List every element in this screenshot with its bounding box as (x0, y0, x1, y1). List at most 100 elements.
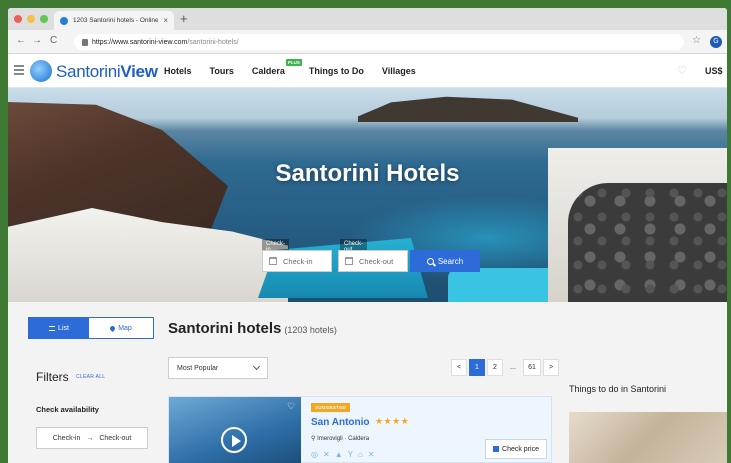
amenity-icon: ▲ (334, 450, 343, 459)
hotel-stars: ★★★★ (375, 416, 410, 426)
hotel-card[interactable]: ♡ SUGGESTED San Antonio ★★★★ ⚲ Imerovigl… (168, 396, 552, 463)
check-price-button[interactable]: Check price (485, 439, 547, 459)
favicon-icon (60, 16, 68, 25)
nav-villages[interactable]: Villages (382, 66, 416, 76)
amenity-icon: ✕ (322, 450, 330, 459)
hotel-location: ⚲ Imerovigli · Caldera (311, 436, 370, 442)
amenities-row: ◎ ✕ ▲ Y ⌂ ✕ (311, 450, 375, 459)
hero-banner: Santorini Hotels Check-in Check-out Chec… (8, 88, 727, 302)
things-to-do-image[interactable] (569, 412, 727, 463)
checkout-field[interactable]: Check-out (338, 250, 408, 272)
window-controls (14, 15, 48, 23)
calendar-icon (345, 257, 353, 265)
map-view-button[interactable]: Map (89, 318, 153, 338)
check-price-label: Check price (502, 445, 539, 453)
nav-caldera[interactable]: Caldera PLUS (251, 59, 302, 76)
nav-badge: PLUS (285, 59, 302, 66)
lock-icon (82, 38, 88, 46)
chevron-down-icon (252, 362, 261, 371)
view-toggle: List Map (28, 317, 154, 339)
page-next-button[interactable]: > (543, 359, 559, 376)
browser-window: 1203 Santorini hotels - Online × + ← → C… (8, 8, 727, 463)
list-view-label: List (58, 324, 69, 332)
site-header: SantoriniView Hotels Tours Caldera PLUS T… (8, 54, 727, 88)
results-title-text: Santorini hotels (168, 320, 282, 337)
new-tab-button[interactable]: + (180, 11, 188, 26)
reload-button[interactable]: C (50, 35, 57, 46)
amenity-icon: ◎ (311, 450, 318, 459)
nav-caldera-label: Caldera (251, 66, 285, 76)
page-2-button[interactable]: 2 (487, 359, 503, 376)
things-to-do-title: Things to do in Santorini (569, 384, 667, 394)
minimize-window-dot[interactable] (27, 15, 35, 23)
forward-button[interactable]: → (32, 35, 42, 46)
amenity-icon: ⌂ (357, 450, 363, 459)
menu-icon[interactable] (14, 65, 24, 77)
list-icon (49, 325, 56, 331)
hotel-name[interactable]: San Antonio (311, 417, 370, 428)
page-1-button[interactable]: 1 (469, 359, 485, 376)
nav-things-to-do[interactable]: Things to Do (309, 66, 364, 76)
sort-value: Most Popular (177, 364, 219, 372)
favorite-heart-icon[interactable]: ♡ (287, 401, 295, 412)
browser-tab[interactable]: 1203 Santorini hotels - Online × (54, 11, 174, 30)
amenity-icon: ✕ (367, 450, 375, 459)
hotel-image[interactable]: ♡ (169, 397, 301, 463)
map-view-label: Map (118, 324, 132, 332)
arrow-right-icon: → (86, 434, 94, 442)
calendar-icon (269, 257, 277, 265)
price-icon (493, 446, 500, 452)
filters-title: Filters (36, 370, 69, 384)
back-button[interactable]: ← (16, 35, 26, 46)
profile-avatar[interactable]: G (710, 36, 722, 48)
logo-prefix: Santorini (56, 62, 121, 81)
availability-dates-input[interactable]: Check-in → Check-out (36, 427, 148, 449)
checkin-placeholder: Check-in (283, 256, 313, 266)
hero-island (358, 96, 578, 122)
list-view-button[interactable]: List (29, 318, 89, 338)
availability-checkout: Check-out (99, 434, 132, 442)
nav-hotels[interactable]: Hotels (164, 66, 192, 76)
main-nav: Hotels Tours Caldera PLUS Things to Do Vi… (164, 59, 416, 76)
checkin-field[interactable]: Check-in (262, 250, 332, 272)
hero-stone-wall (568, 183, 727, 302)
url-host: https://www.santorini-view.com (92, 38, 188, 46)
amenity-icon: Y (347, 450, 353, 459)
nav-tours[interactable]: Tours (210, 66, 234, 76)
play-icon[interactable] (221, 427, 247, 453)
maximize-window-dot[interactable] (40, 15, 48, 23)
currency-selector[interactable]: US$ (705, 66, 723, 76)
availability-checkin: Check-in (52, 434, 81, 442)
search-button[interactable]: Search (410, 250, 480, 272)
map-pin-icon (109, 324, 117, 332)
address-bar-row: ← → C https://www.santorini-view.com/san… (8, 30, 727, 54)
hero-buildings (8, 208, 288, 302)
search-button-label: Search (437, 256, 464, 266)
logo-suffix: View (120, 62, 158, 81)
tab-close-icon[interactable]: × (163, 16, 168, 25)
results-title: Santorini hotels (1203 hotels) (168, 320, 337, 337)
tab-bar: 1203 Santorini hotels - Online × + (8, 8, 727, 30)
hero-title: Santorini Hotels (275, 160, 460, 187)
hotel-location-text: Imerovigli · Caldera (317, 436, 370, 442)
url-input[interactable]: https://www.santorini-view.com/santorini… (74, 34, 684, 50)
pagination: < 1 2 ... 61 > (451, 359, 559, 376)
sort-select[interactable]: Most Popular (168, 357, 268, 379)
checkout-placeholder: Check-out (359, 256, 394, 266)
suggested-badge: SUGGESTED (311, 403, 350, 412)
page-ellipsis: ... (510, 364, 516, 371)
site-logo[interactable]: SantoriniView (56, 62, 158, 82)
results-count: (1203 hotels) (284, 325, 337, 335)
results-area: List Map Filters CLEAR ALL Check availab… (8, 302, 727, 463)
clear-all-link[interactable]: CLEAR ALL (76, 374, 105, 380)
check-availability-title: Check availability (36, 405, 99, 414)
search-icon (426, 257, 434, 265)
url-path: /santorini-hotels/ (187, 38, 239, 46)
page-prev-button[interactable]: < (451, 359, 467, 376)
page-61-button[interactable]: 61 (523, 359, 541, 376)
bookmark-star-icon[interactable]: ☆ (692, 35, 701, 46)
heart-icon[interactable]: ♡ (677, 64, 687, 77)
tab-title: 1203 Santorini hotels - Online (73, 17, 159, 24)
logo-icon[interactable] (30, 60, 52, 82)
close-window-dot[interactable] (14, 15, 22, 23)
